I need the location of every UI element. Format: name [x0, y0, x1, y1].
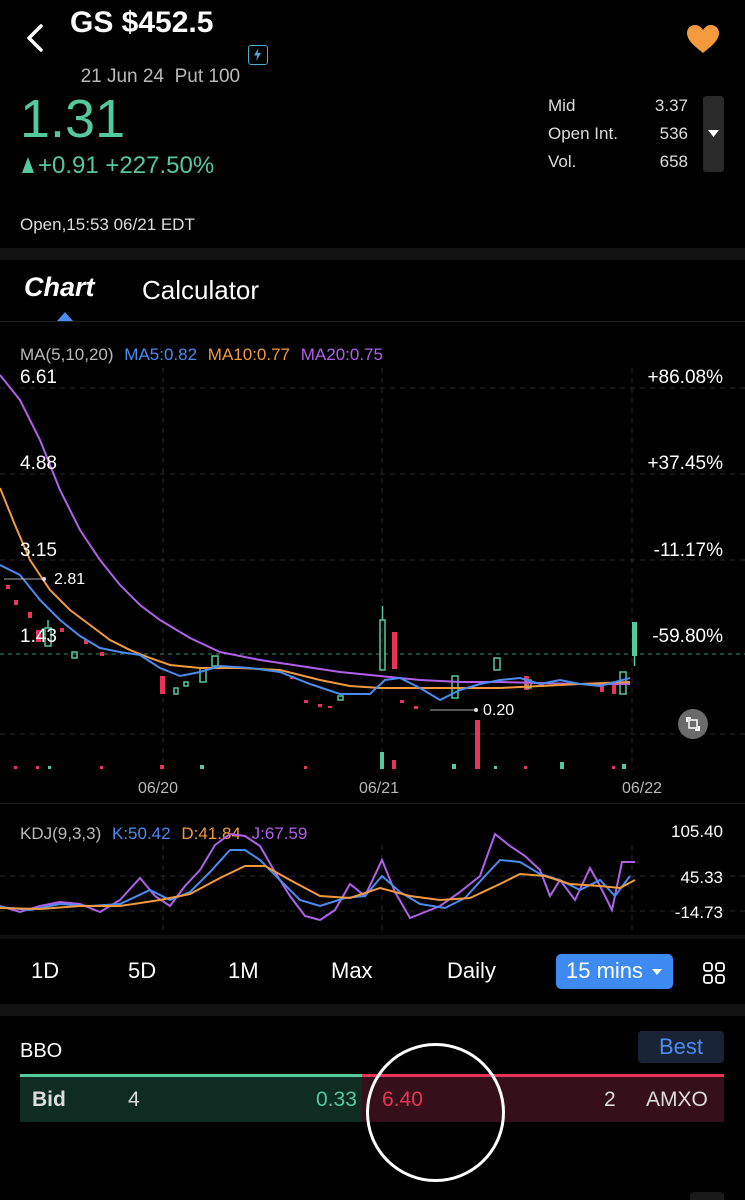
- ma20-line: [0, 374, 630, 685]
- ma10-value: MA10:0.77: [207, 345, 291, 364]
- market-status: Open,15:53 06/21 EDT: [20, 215, 195, 234]
- ma10-line: [0, 487, 631, 689]
- last-price: 1.31: [20, 89, 126, 149]
- date-axis-label: 06/20: [138, 780, 179, 797]
- date-axis-label: 06/22: [622, 780, 663, 797]
- bottom-handle: [690, 1192, 724, 1200]
- bid-label: Bid: [32, 1088, 66, 1111]
- percent-axis-label: +37.45%: [647, 453, 723, 474]
- period-5d[interactable]: 5D: [128, 958, 156, 984]
- expand-stats-button[interactable]: [703, 96, 724, 172]
- caret-down-icon: [708, 130, 719, 137]
- divider: [0, 321, 745, 322]
- tab-chart-label: Chart: [24, 272, 95, 302]
- highlight-circle: [366, 1043, 505, 1182]
- stat-row: Vol. 658: [548, 152, 688, 180]
- stat-value: 536: [659, 124, 688, 143]
- stat-label: Open Int.: [548, 124, 618, 143]
- back-button[interactable]: [18, 20, 54, 56]
- percent-axis-label: -11.17%: [653, 540, 723, 561]
- low-marker-label: 0.20: [483, 702, 515, 719]
- tab-chart[interactable]: Chart: [24, 272, 95, 303]
- tab-active-indicator: [57, 312, 73, 321]
- bid-price: 0.33: [316, 1088, 357, 1111]
- contract-subtitle: 21 Jun 24 Put 100: [70, 44, 241, 88]
- best-button[interactable]: Best: [638, 1031, 724, 1063]
- high-marker-label: 2.81: [54, 571, 86, 588]
- kdj-d-line: [0, 865, 636, 911]
- price-axis-label: 3.15: [20, 540, 57, 561]
- stat-label: Vol.: [548, 152, 577, 171]
- fullscreen-button[interactable]: [678, 709, 708, 739]
- stat-value: 3.37: [654, 96, 688, 115]
- price-axis-label: 4.88: [20, 453, 57, 474]
- percent-axis-label: -59.80%: [652, 626, 723, 647]
- period-1m[interactable]: 1M: [228, 958, 259, 984]
- kdj-level-label: 105.40: [671, 822, 723, 841]
- quote-stats: Mid 3.37 Open Int. 536 Vol. 658: [548, 96, 688, 180]
- tab-calculator[interactable]: Calculator: [142, 275, 259, 306]
- stat-row: Mid 3.37: [548, 96, 688, 124]
- bid-side: [20, 1074, 362, 1122]
- low-marker: [430, 708, 478, 712]
- date-axis-label: 06/21: [359, 780, 400, 797]
- ask-exchange: AMXO: [646, 1088, 708, 1111]
- divider: [0, 935, 745, 939]
- divider: [0, 803, 745, 804]
- heart-icon: [687, 25, 719, 53]
- chart-grid: [0, 368, 745, 770]
- kdj-j-line: [0, 832, 635, 922]
- best-button-label: Best: [658, 1034, 704, 1059]
- period-selected-dropdown[interactable]: 15 mins: [556, 954, 673, 989]
- ma5-value: MA5:0.82: [124, 345, 198, 364]
- page-title: GS $452.5: [70, 6, 214, 39]
- up-arrow-icon: [22, 157, 34, 173]
- kdj-chart[interactable]: [0, 815, 745, 935]
- period-1d[interactable]: 1D: [31, 958, 59, 984]
- kdj-k-line: [0, 849, 631, 912]
- flash-icon: [248, 45, 268, 65]
- bbo-title: BBO: [20, 1040, 63, 1062]
- price-axis-label: 1.43: [20, 626, 57, 647]
- candles: [6, 585, 637, 709]
- volume-bars: [14, 720, 626, 769]
- change-percent: +227.50%: [105, 152, 215, 179]
- favorite-button[interactable]: [686, 24, 720, 54]
- contract-description: 21 Jun 24 Put 100: [80, 66, 241, 87]
- price-axis-label: 6.61: [20, 367, 57, 388]
- ma-indicator: MA(5,10,20): [20, 345, 114, 364]
- price-change: +0.91 +227.50%: [22, 152, 214, 180]
- expand-icon: [686, 717, 700, 731]
- period-selected-label: 15 mins: [566, 958, 644, 983]
- kdj-level-label: -14.73: [674, 903, 723, 922]
- change-value: +0.91: [38, 152, 99, 179]
- grid-layout-button[interactable]: [703, 962, 725, 984]
- grid-icon: [703, 962, 725, 984]
- caret-down-icon: [652, 969, 663, 976]
- period-max[interactable]: Max: [331, 958, 373, 984]
- bid-size: 4: [128, 1088, 140, 1111]
- stat-value: 658: [659, 152, 688, 171]
- stat-label: Mid: [548, 96, 576, 115]
- price-chart[interactable]: [0, 368, 745, 773]
- kdj-level-label: 45.33: [680, 868, 723, 887]
- ma-legend: MA(5,10,20) MA5:0.82 MA10:0.77 MA20:0.75: [20, 345, 383, 365]
- stat-row: Open Int. 536: [548, 124, 688, 152]
- divider: [0, 248, 745, 260]
- period-daily[interactable]: Daily: [447, 958, 496, 984]
- chevron-left-icon: [27, 24, 43, 52]
- divider: [0, 1004, 745, 1016]
- percent-axis-label: +86.08%: [647, 367, 723, 388]
- ma20-value: MA20:0.75: [300, 345, 383, 364]
- ask-size: 2: [604, 1088, 616, 1111]
